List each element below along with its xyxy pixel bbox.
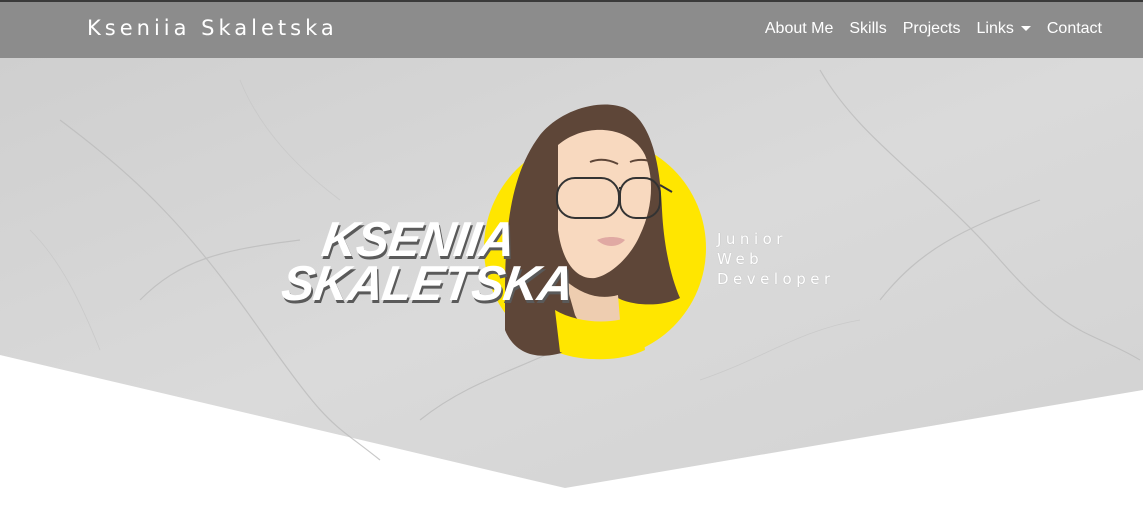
caret-down-icon: [1020, 26, 1031, 32]
nav-item-contact[interactable]: Contact: [1047, 20, 1102, 38]
nav-item-links-dropdown[interactable]: Links: [977, 20, 1031, 38]
logo-name-line1: KSENIIA: [318, 213, 518, 267]
hero-tagline: Junior Web Developer: [717, 229, 835, 289]
navbar: Kseniia Skaletska About Me Skills Projec…: [0, 0, 1143, 58]
logo-name-line2: SKALETSKA: [278, 257, 577, 311]
nav-item-about-me[interactable]: About Me: [765, 20, 833, 38]
nav-item-links-label: Links: [976, 20, 1014, 37]
tagline-line1: Junior: [717, 230, 787, 248]
nav-item-skills[interactable]: Skills: [849, 20, 886, 38]
nav-menu: About Me Skills Projects Links Contact: [749, 20, 1102, 38]
navbar-brand[interactable]: Kseniia Skaletska: [87, 16, 338, 40]
tagline-line2: Web: [717, 250, 764, 268]
hero-logo: KSENIIA SKALETSKA: [278, 100, 720, 365]
tagline-line3: Developer: [717, 270, 835, 288]
nav-item-projects[interactable]: Projects: [903, 20, 961, 38]
hero-section: KSENIIA SKALETSKA Junior Web Developer: [0, 0, 1143, 515]
